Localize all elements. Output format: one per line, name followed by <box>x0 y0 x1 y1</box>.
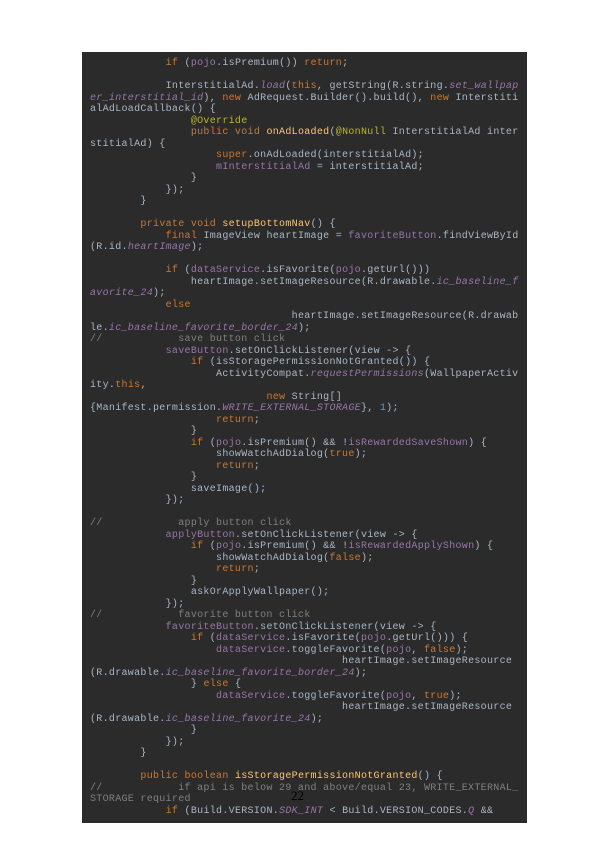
code-block: if (pojo.isPremium()) return; Interstiti… <box>82 52 527 823</box>
document-page: if (pojo.isPremium()) return; Interstiti… <box>0 0 595 842</box>
page-number: 22 <box>0 788 595 804</box>
